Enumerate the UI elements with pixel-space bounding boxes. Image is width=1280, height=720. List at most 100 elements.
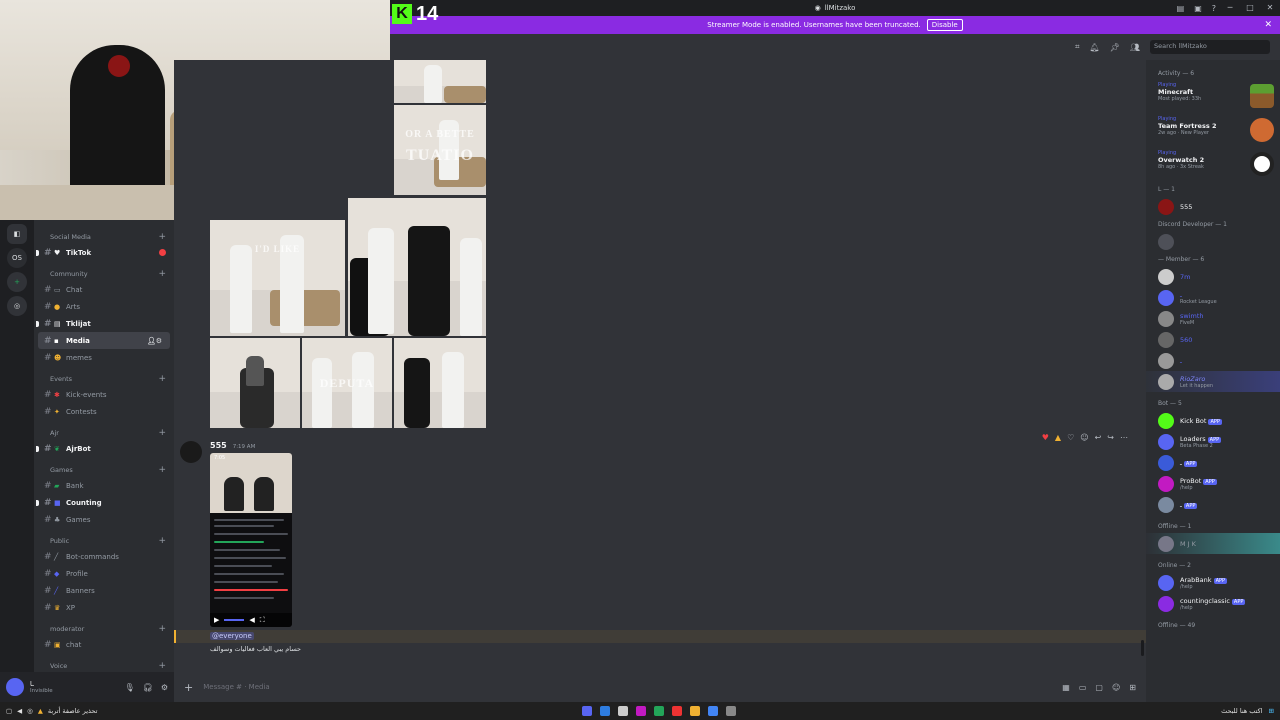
- channel-bank[interactable]: # ▰ Bank: [34, 477, 174, 494]
- app-icon[interactable]: [618, 706, 629, 716]
- category-social-media[interactable]: Social Media +: [34, 230, 174, 244]
- member-item[interactable]: ـ APP: [1146, 452, 1280, 473]
- media-image[interactable]: DEPUTA: [302, 338, 392, 428]
- search-text[interactable]: اكتب هنا للبحث: [1221, 707, 1262, 715]
- settings-icon[interactable]: 👤︎⚙: [147, 337, 162, 345]
- app-icon[interactable]: [726, 706, 737, 716]
- channel-ajrbot[interactable]: # ❦ AjrBot: [34, 440, 174, 457]
- app-icon[interactable]: [654, 706, 665, 716]
- member-item[interactable]: Loaders APP Beta Phase 2: [1146, 431, 1280, 452]
- app-icon[interactable]: [636, 706, 647, 716]
- notification-icon[interactable]: ▢: [6, 707, 12, 715]
- scrollbar[interactable]: [1141, 640, 1144, 656]
- category-community[interactable]: Community +: [34, 267, 174, 281]
- channel-bot-commands[interactable]: # ╱ Bot-commands: [34, 548, 174, 565]
- channel-banners[interactable]: # ╱ Banners: [34, 582, 174, 599]
- media-image[interactable]: [394, 338, 486, 428]
- white-heart-icon[interactable]: ♡: [1067, 433, 1074, 442]
- media-image[interactable]: I'D LIKE: [210, 220, 345, 336]
- add-reaction-icon[interactable]: ☺: [1080, 433, 1088, 442]
- category-moderator[interactable]: moderator +: [34, 622, 174, 636]
- channel-contests[interactable]: # ✦ Contests: [34, 403, 174, 420]
- gif-icon[interactable]: ▭: [1079, 683, 1087, 692]
- play-icon[interactable]: ▶: [214, 616, 219, 624]
- member-item[interactable]: ProBot APP/help: [1146, 473, 1280, 494]
- channel-media[interactable]: # ▪ Media 👤︎⚙: [38, 332, 170, 349]
- media-image[interactable]: [348, 198, 486, 336]
- member-item[interactable]: M J K: [1146, 533, 1280, 554]
- message-author[interactable]: 555: [210, 441, 227, 450]
- media-image[interactable]: OR A BETTE TUATIO: [394, 105, 486, 195]
- app-icon[interactable]: [582, 706, 593, 716]
- gift-icon[interactable]: ▦: [1062, 683, 1070, 692]
- add-channel-icon[interactable]: +: [158, 269, 166, 279]
- member-item[interactable]: [1146, 231, 1280, 252]
- member-item[interactable]: swimth FiveM: [1146, 308, 1280, 329]
- minimize-button[interactable]: ─: [1220, 0, 1240, 16]
- add-channel-icon[interactable]: +: [158, 374, 166, 384]
- app-icon[interactable]: [708, 706, 719, 716]
- app-icon[interactable]: [690, 706, 701, 716]
- member-item[interactable]: 555: [1146, 196, 1280, 217]
- channel-tiktok[interactable]: # ♥ TikTok: [34, 244, 174, 261]
- emoji-icon[interactable]: ☺: [1112, 683, 1120, 692]
- category-ajr[interactable]: Ajr +: [34, 426, 174, 440]
- members-icon[interactable]: 👥︎: [1130, 43, 1140, 52]
- media-image[interactable]: [394, 60, 486, 103]
- fullscreen-icon[interactable]: ⛶: [260, 616, 265, 625]
- member-item[interactable]: ـ: [1146, 350, 1280, 371]
- member-item[interactable]: ArabBank APP/help: [1146, 572, 1280, 593]
- channel-games[interactable]: # ♣ Games: [34, 511, 174, 528]
- apps-icon[interactable]: ⊞: [1129, 683, 1136, 692]
- close-icon[interactable]: ✕: [1264, 20, 1272, 30]
- member-item[interactable]: ـ Rocket League: [1146, 287, 1280, 308]
- category-events[interactable]: Events +: [34, 372, 174, 386]
- pin-icon[interactable]: 📌︎: [1110, 43, 1120, 52]
- channel-kick-events[interactable]: # ✱ Kick-events: [34, 386, 174, 403]
- category-games[interactable]: Games +: [34, 463, 174, 477]
- inbox-icon[interactable]: ▤: [1177, 4, 1185, 13]
- channel-tklijat[interactable]: # ▤ Tklijat: [34, 315, 174, 332]
- app-icon[interactable]: [672, 706, 683, 716]
- volume-icon[interactable]: ◀︎: [17, 707, 22, 715]
- member-item[interactable]: countingclassic APP/help: [1146, 593, 1280, 614]
- add-channel-icon[interactable]: +: [158, 661, 166, 671]
- member-item[interactable]: 560: [1146, 329, 1280, 350]
- help-icon[interactable]: ?: [1212, 4, 1216, 13]
- add-attachment-icon[interactable]: +: [184, 681, 193, 694]
- add-channel-icon[interactable]: +: [158, 428, 166, 438]
- more-icon[interactable]: ⋯: [1120, 433, 1128, 442]
- channel-mod-chat[interactable]: # ▣ chat: [34, 636, 174, 653]
- member-item[interactable]: ـ APP: [1146, 494, 1280, 515]
- weather-text[interactable]: تحذير عاصفة أتربة: [48, 707, 98, 715]
- activity-card[interactable]: Playing Team Fortress 2 2w ago · New Pla…: [1146, 114, 1280, 148]
- channel-memes[interactable]: # ☻ memes: [34, 349, 174, 366]
- category-voice[interactable]: Voice +: [34, 659, 174, 672]
- media-image[interactable]: [210, 338, 300, 428]
- heart-reaction-icon[interactable]: ♥: [1042, 433, 1049, 442]
- add-channel-icon[interactable]: +: [158, 232, 166, 242]
- video-attachment[interactable]: 7:05 ▶ ◀︎ ⛶: [210, 453, 292, 627]
- bell-icon[interactable]: 🔔︎: [1090, 43, 1100, 52]
- thumbs-up-icon[interactable]: ▲: [1055, 433, 1061, 442]
- member-item[interactable]: RioZaro Let it happen: [1146, 371, 1280, 392]
- avatar[interactable]: [180, 441, 202, 463]
- explore-icon[interactable]: ◎: [7, 296, 27, 316]
- add-server-icon[interactable]: +: [7, 272, 27, 292]
- add-channel-icon[interactable]: +: [158, 536, 166, 546]
- screen-icon[interactable]: ▣: [1194, 4, 1202, 13]
- windows-start-icon[interactable]: ⊞: [1269, 707, 1274, 715]
- app-icon[interactable]: [600, 706, 611, 716]
- headphones-icon[interactable]: 🎧︎: [143, 683, 153, 692]
- forward-icon[interactable]: ↪: [1107, 433, 1114, 442]
- add-channel-icon[interactable]: +: [158, 624, 166, 634]
- network-icon[interactable]: ◎: [27, 707, 33, 715]
- channel-arts[interactable]: # ● Arts: [34, 298, 174, 315]
- everyone-mention[interactable]: @everyone: [210, 632, 254, 640]
- microphone-icon[interactable]: 🎙︎: [125, 683, 135, 692]
- maximize-button[interactable]: □: [1240, 0, 1260, 16]
- channel-profile[interactable]: # ◆ Profile: [34, 565, 174, 582]
- channel-xp[interactable]: # ♛ XP: [34, 599, 174, 616]
- activity-card[interactable]: Playing Overwatch 2 8h ago · 3x Streak: [1146, 148, 1280, 182]
- member-item[interactable]: Kick Bot APP: [1146, 410, 1280, 431]
